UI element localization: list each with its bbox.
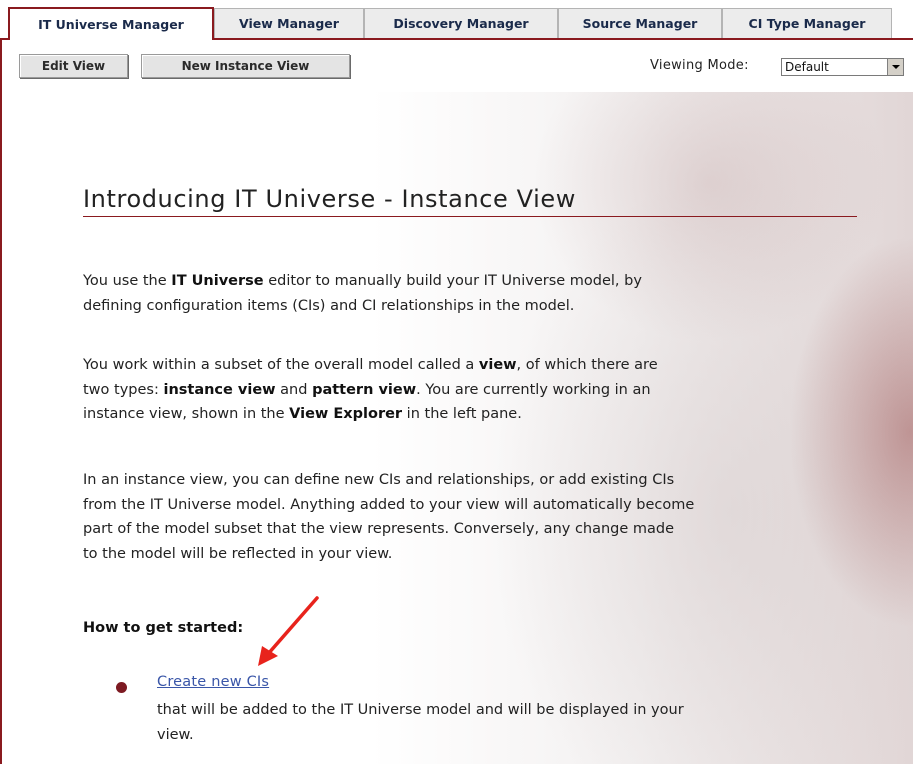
- text: view.: [157, 727, 194, 743]
- text: in the left pane.: [402, 406, 522, 422]
- tab-label: Source Manager: [582, 16, 698, 31]
- tab-label: Discovery Manager: [393, 16, 529, 31]
- tab-source-manager[interactable]: Source Manager: [558, 8, 722, 38]
- edit-view-button[interactable]: Edit View: [19, 54, 128, 78]
- text: You use the: [83, 273, 172, 289]
- title-divider: [83, 216, 857, 217]
- step-description: that will be added to the IT Universe mo…: [157, 698, 684, 748]
- text: In an instance view, you can define new …: [83, 472, 675, 488]
- tab-it-universe-manager[interactable]: IT Universe Manager: [8, 7, 214, 40]
- text: and: [275, 381, 313, 398]
- viewing-mode-select[interactable]: Default: [781, 58, 904, 76]
- text: editor to manually build your IT Univers…: [263, 273, 642, 289]
- viewing-mode-label: Viewing Mode:: [650, 58, 749, 73]
- tab-bar: IT Universe Manager View Manager Discove…: [0, 0, 913, 40]
- viewing-mode-value: Default: [785, 60, 829, 74]
- text: You work within a subset of the overall …: [83, 357, 479, 373]
- create-new-cis-link[interactable]: Create new CIs: [157, 674, 269, 690]
- intro-paragraph-1: You use the IT Universe editor to manual…: [83, 269, 642, 318]
- new-instance-view-button[interactable]: New Instance View: [141, 54, 350, 78]
- text: that will be added to the IT Universe mo…: [157, 702, 684, 718]
- left-border-inner: [2, 40, 8, 764]
- page-title: Introducing IT Universe - Instance View: [83, 185, 577, 213]
- new-instance-view-button-label: New Instance View: [181, 59, 310, 73]
- text: instance view, shown in the: [83, 406, 290, 422]
- tab-label: View Manager: [239, 16, 339, 31]
- bullet-icon: [116, 682, 127, 693]
- text: , of which there are: [516, 357, 658, 373]
- how-to-heading: How to get started:: [83, 620, 244, 636]
- text: . You are currently working in an: [416, 381, 651, 398]
- text: defining configuration items (CIs) and C…: [83, 297, 575, 314]
- tab-ci-type-manager[interactable]: CI Type Manager: [722, 8, 892, 38]
- text: to the model will be reflected in your v…: [83, 545, 393, 562]
- bold-text: instance view: [163, 381, 276, 398]
- dropdown-arrow-icon[interactable]: [887, 59, 903, 75]
- bold-text: View Explorer: [289, 406, 403, 422]
- intro-paragraph-3: In an instance view, you can define new …: [83, 468, 694, 566]
- intro-paragraph-2: You work within a subset of the overall …: [83, 353, 658, 427]
- bold-text: view: [478, 357, 517, 373]
- text: from the IT Universe model. Anything add…: [83, 496, 695, 513]
- tab-label: IT Universe Manager: [38, 17, 184, 32]
- tab-label: CI Type Manager: [748, 16, 866, 31]
- annotation-arrow-icon: [258, 596, 319, 666]
- text: two types:: [83, 381, 164, 398]
- bold-text: IT Universe: [171, 273, 264, 289]
- bold-text: pattern view: [312, 381, 417, 398]
- edit-view-button-label: Edit View: [41, 59, 106, 73]
- tab-discovery-manager[interactable]: Discovery Manager: [364, 8, 558, 38]
- tab-view-manager[interactable]: View Manager: [214, 8, 364, 38]
- text: part of the model subset that the view r…: [83, 521, 675, 537]
